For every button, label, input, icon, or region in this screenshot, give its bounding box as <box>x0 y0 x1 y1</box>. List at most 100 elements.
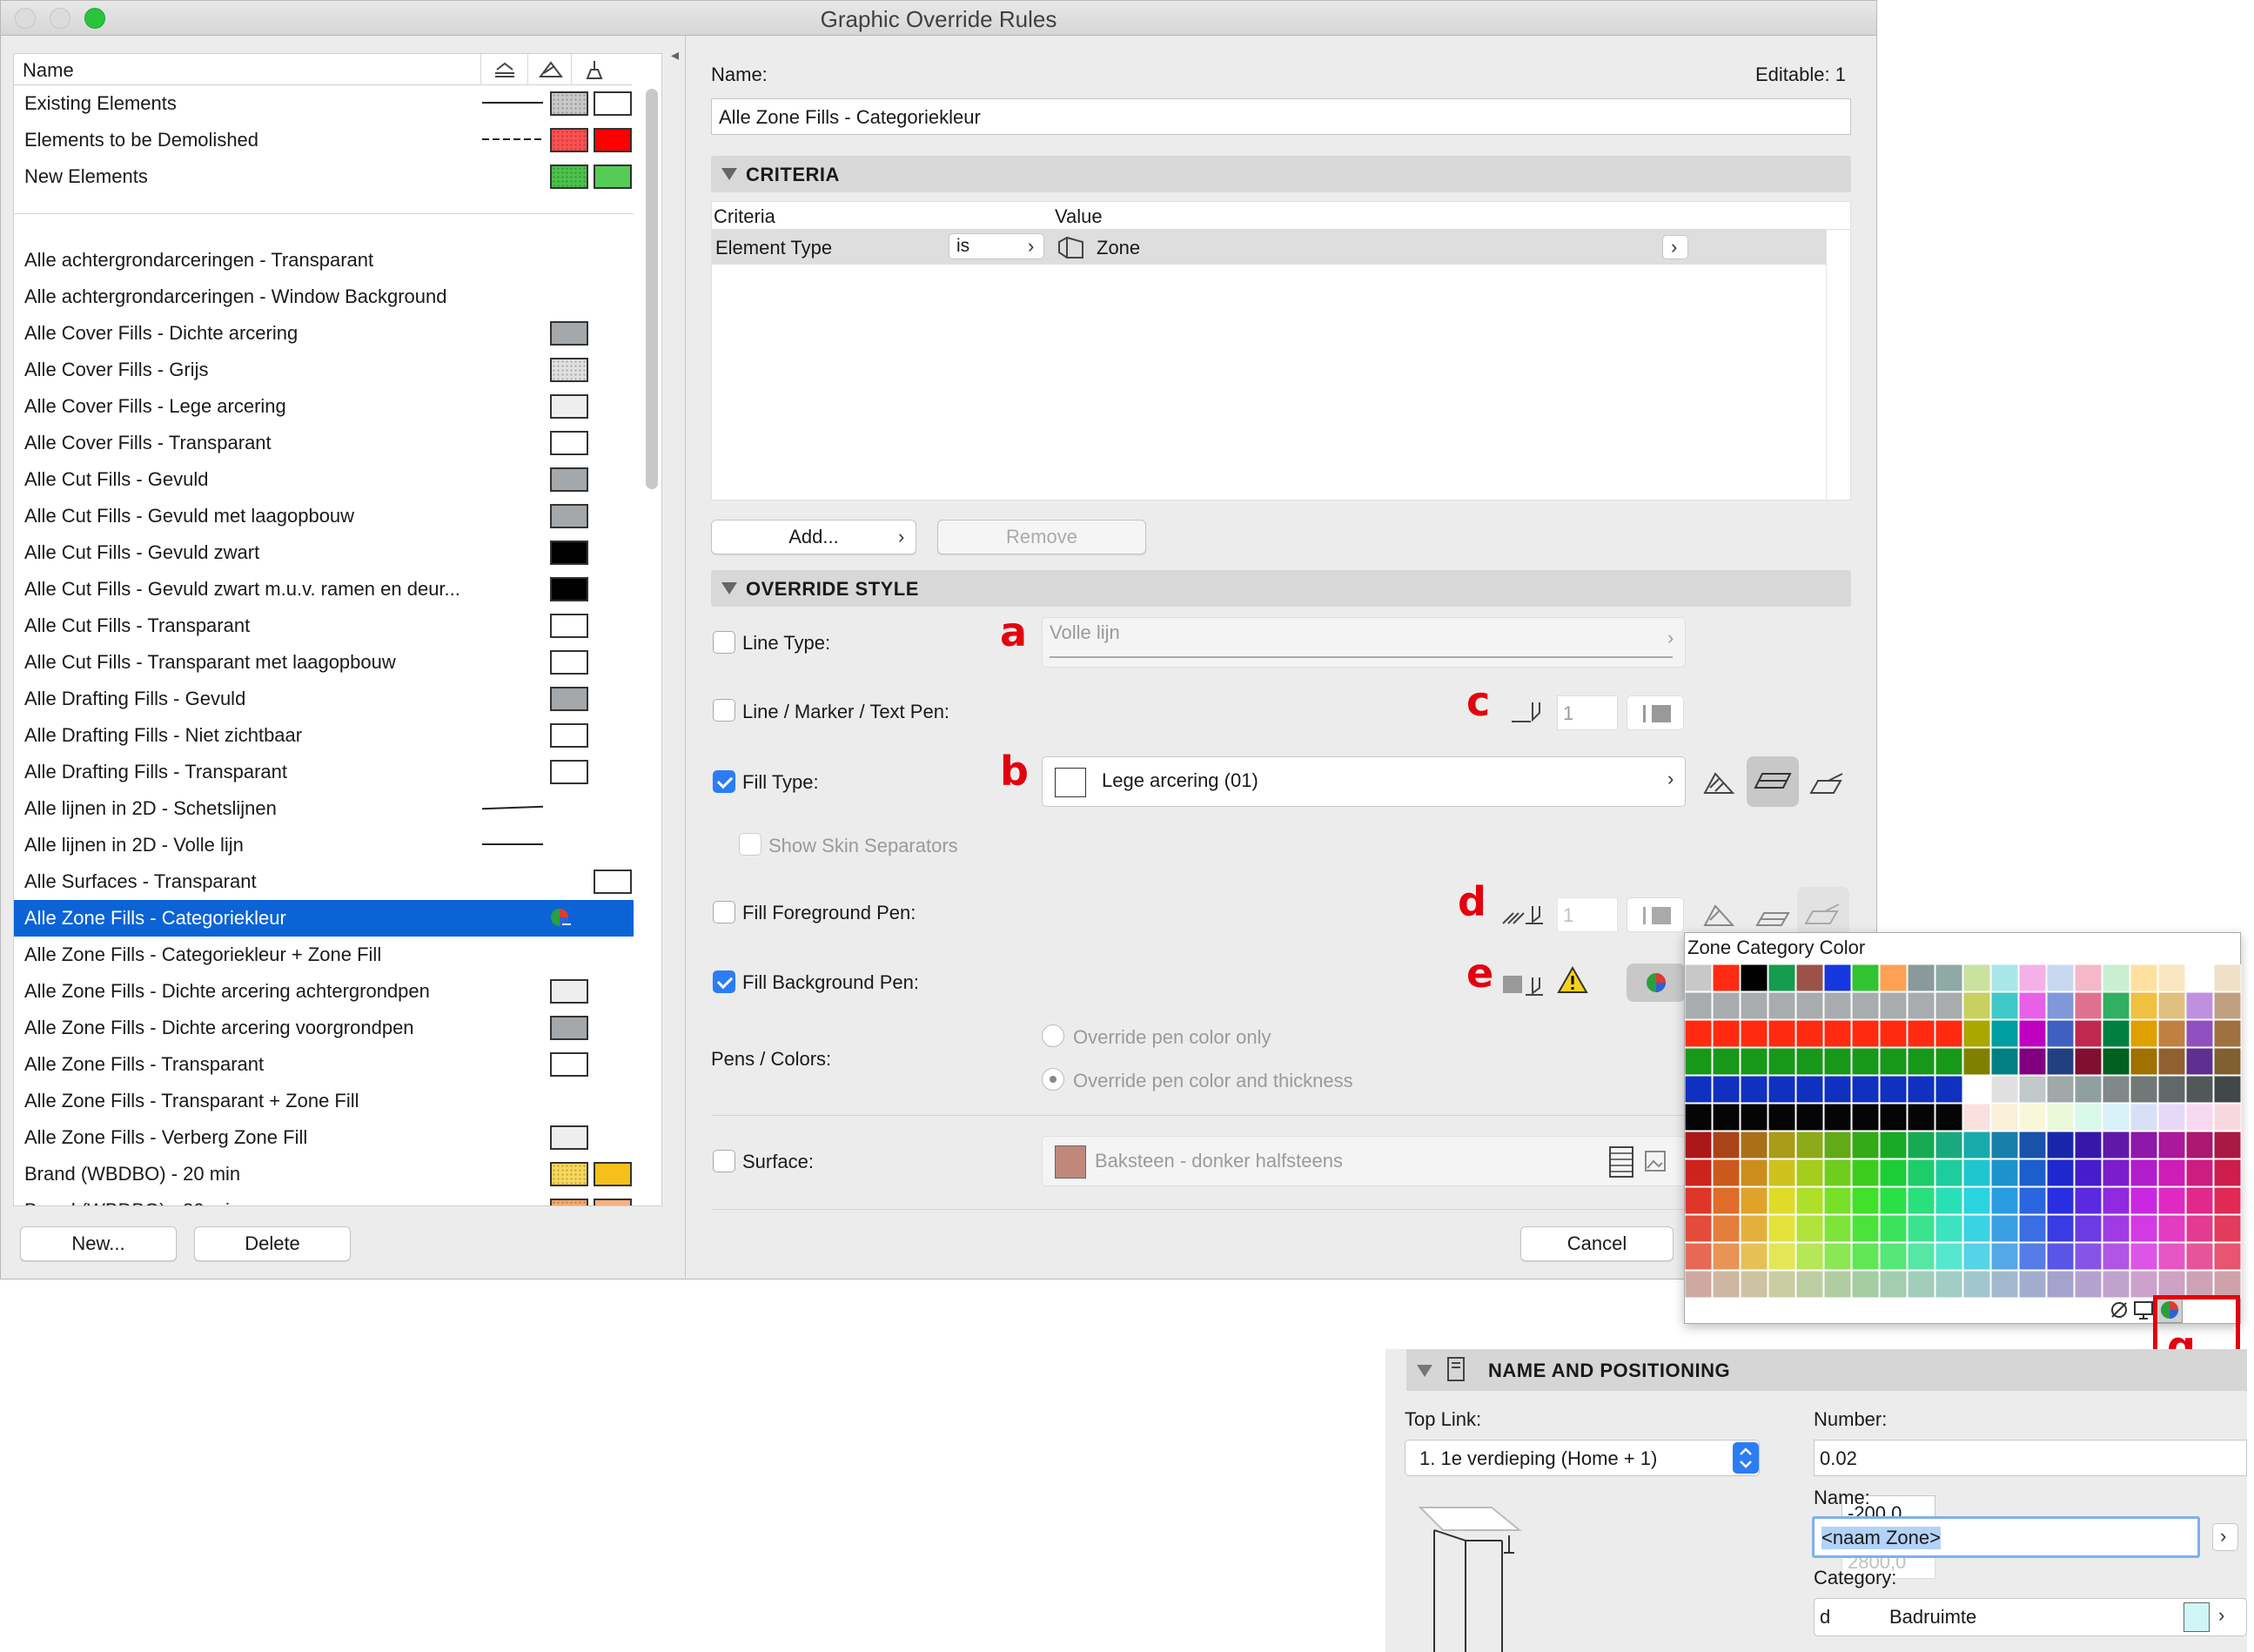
color-swatch[interactable] <box>2018 1019 2047 1048</box>
color-swatch[interactable] <box>2157 1019 2186 1048</box>
color-swatch[interactable] <box>1907 1186 1935 1215</box>
color-swatch[interactable] <box>1962 1270 1991 1299</box>
color-swatch[interactable] <box>1795 1270 1824 1299</box>
color-swatch[interactable] <box>2213 1047 2242 1076</box>
color-swatch[interactable] <box>1935 964 1963 992</box>
line-pen-checkbox[interactable] <box>713 699 735 722</box>
color-swatch[interactable] <box>1823 991 1852 1020</box>
color-swatch[interactable] <box>1990 1131 2019 1159</box>
color-swatch[interactable] <box>1823 1186 1852 1215</box>
color-swatch[interactable] <box>2213 1242 2242 1271</box>
color-swatch[interactable] <box>1795 1047 1824 1076</box>
color-swatch[interactable] <box>1712 1103 1741 1132</box>
color-swatch[interactable] <box>2185 1270 2214 1299</box>
zone-category-color-palette[interactable]: Zone Category Color <box>1684 932 2242 1324</box>
color-swatch[interactable] <box>1851 1047 1880 1076</box>
color-swatch[interactable] <box>1795 1075 1824 1104</box>
color-swatch[interactable] <box>2213 1270 2242 1299</box>
color-swatch[interactable] <box>1990 1242 2019 1271</box>
color-swatch[interactable] <box>1712 1075 1741 1104</box>
rule-row[interactable]: Alle Cover Fills - Lege arcering <box>14 388 634 425</box>
color-swatch[interactable] <box>1879 964 1908 992</box>
color-swatch[interactable] <box>1990 1214 2019 1243</box>
list-scrollbar[interactable] <box>646 89 658 489</box>
color-swatch[interactable] <box>1795 1158 1824 1187</box>
color-swatch[interactable] <box>1879 991 1908 1020</box>
surface-checkbox[interactable] <box>713 1150 735 1172</box>
column-surface[interactable] <box>571 54 614 85</box>
color-swatch[interactable] <box>2074 1158 2103 1187</box>
color-swatch[interactable] <box>1768 1103 1796 1132</box>
rule-row[interactable]: Alle Cover Fills - Dichte arcering <box>14 315 634 352</box>
color-swatch[interactable] <box>2157 964 2186 992</box>
rule-row[interactable]: Existing Elements <box>14 85 634 122</box>
color-swatch[interactable] <box>1685 1075 1713 1104</box>
rule-row[interactable]: Alle lijnen in 2D - Schetslijnen <box>14 790 634 827</box>
color-swatch[interactable] <box>1740 1158 1768 1187</box>
rule-name-field[interactable]: Alle Zone Fills - Categoriekleur <box>711 98 1851 135</box>
color-swatch[interactable] <box>2130 1158 2158 1187</box>
rule-row[interactable]: Alle Cut Fills - Gevuld zwart m.u.v. ram… <box>14 571 634 608</box>
color-swatch[interactable] <box>1768 1186 1796 1215</box>
color-swatch[interactable] <box>2046 1019 2075 1048</box>
color-swatch[interactable] <box>1740 1075 1768 1104</box>
color-swatch[interactable] <box>1823 1131 1852 1159</box>
color-swatch[interactable] <box>1685 1214 1713 1243</box>
color-swatch[interactable] <box>1935 1103 1963 1132</box>
rule-row[interactable]: Alle Drafting Fills - Niet zichtbaar <box>14 717 634 754</box>
rule-row[interactable]: Alle Cover Fills - Grijs <box>14 352 634 388</box>
color-swatch[interactable] <box>2102 1131 2130 1159</box>
color-swatch[interactable] <box>1851 1186 1880 1215</box>
color-swatch[interactable] <box>1685 1270 1713 1299</box>
color-swatch[interactable] <box>2074 1019 2103 1048</box>
color-swatch[interactable] <box>1907 1047 1935 1076</box>
color-swatch[interactable] <box>2074 991 2103 1020</box>
color-swatch[interactable] <box>1962 1103 1991 1132</box>
color-swatch[interactable] <box>2130 1270 2158 1299</box>
color-swatch[interactable] <box>2185 1131 2214 1159</box>
color-swatch[interactable] <box>1851 991 1880 1020</box>
color-swatch[interactable] <box>1768 1019 1796 1048</box>
color-swatch[interactable] <box>2046 1214 2075 1243</box>
color-swatch[interactable] <box>2102 1019 2130 1048</box>
color-swatch[interactable] <box>2046 1103 2075 1132</box>
color-swatch[interactable] <box>1990 991 2019 1020</box>
color-swatch[interactable] <box>1962 1186 1991 1215</box>
color-swatch[interactable] <box>1990 1075 2019 1104</box>
color-swatch[interactable] <box>1768 1242 1796 1271</box>
fill-background-pen-color-button[interactable] <box>1627 964 1686 1002</box>
fill-type-checkbox[interactable] <box>713 770 735 793</box>
color-swatch[interactable] <box>1851 1214 1880 1243</box>
collapse-arrow-icon[interactable]: ◂ <box>671 46 679 64</box>
color-swatch[interactable] <box>1712 964 1741 992</box>
color-swatch[interactable] <box>1768 1270 1796 1299</box>
color-swatch[interactable] <box>1685 1186 1713 1215</box>
color-swatch[interactable] <box>1768 1075 1796 1104</box>
color-swatch[interactable] <box>2130 1186 2158 1215</box>
color-swatch[interactable] <box>1685 964 1713 992</box>
rule-row[interactable]: Alle Cut Fills - Gevuld zwart <box>14 534 634 571</box>
color-swatch[interactable] <box>1879 1186 1908 1215</box>
rule-row[interactable]: Alle Zone Fills - Dichte arcering achter… <box>14 973 634 1010</box>
color-swatch[interactable] <box>1851 1270 1880 1299</box>
color-swatch[interactable] <box>2130 1131 2158 1159</box>
color-swatch[interactable] <box>1851 1131 1880 1159</box>
color-swatch[interactable] <box>2074 964 2103 992</box>
color-swatch[interactable] <box>2018 1186 2047 1215</box>
color-swatch[interactable] <box>2213 1214 2242 1243</box>
color-swatch[interactable] <box>2046 1047 2075 1076</box>
color-swatch[interactable] <box>1685 1103 1713 1132</box>
color-swatch[interactable] <box>2046 1158 2075 1187</box>
color-swatch[interactable] <box>2213 991 2242 1020</box>
color-swatch[interactable] <box>2102 1075 2130 1104</box>
color-swatch[interactable] <box>2046 1075 2075 1104</box>
color-swatch[interactable] <box>2046 1186 2075 1215</box>
color-swatch[interactable] <box>1795 1103 1824 1132</box>
color-swatch[interactable] <box>1962 1158 1991 1187</box>
color-swatch[interactable] <box>1851 964 1880 992</box>
color-swatch[interactable] <box>2157 1103 2186 1132</box>
color-swatch[interactable] <box>1740 1103 1768 1132</box>
color-swatch[interactable] <box>1935 1214 1963 1243</box>
color-swatch[interactable] <box>2074 1214 2103 1243</box>
color-swatch[interactable] <box>2130 964 2158 992</box>
